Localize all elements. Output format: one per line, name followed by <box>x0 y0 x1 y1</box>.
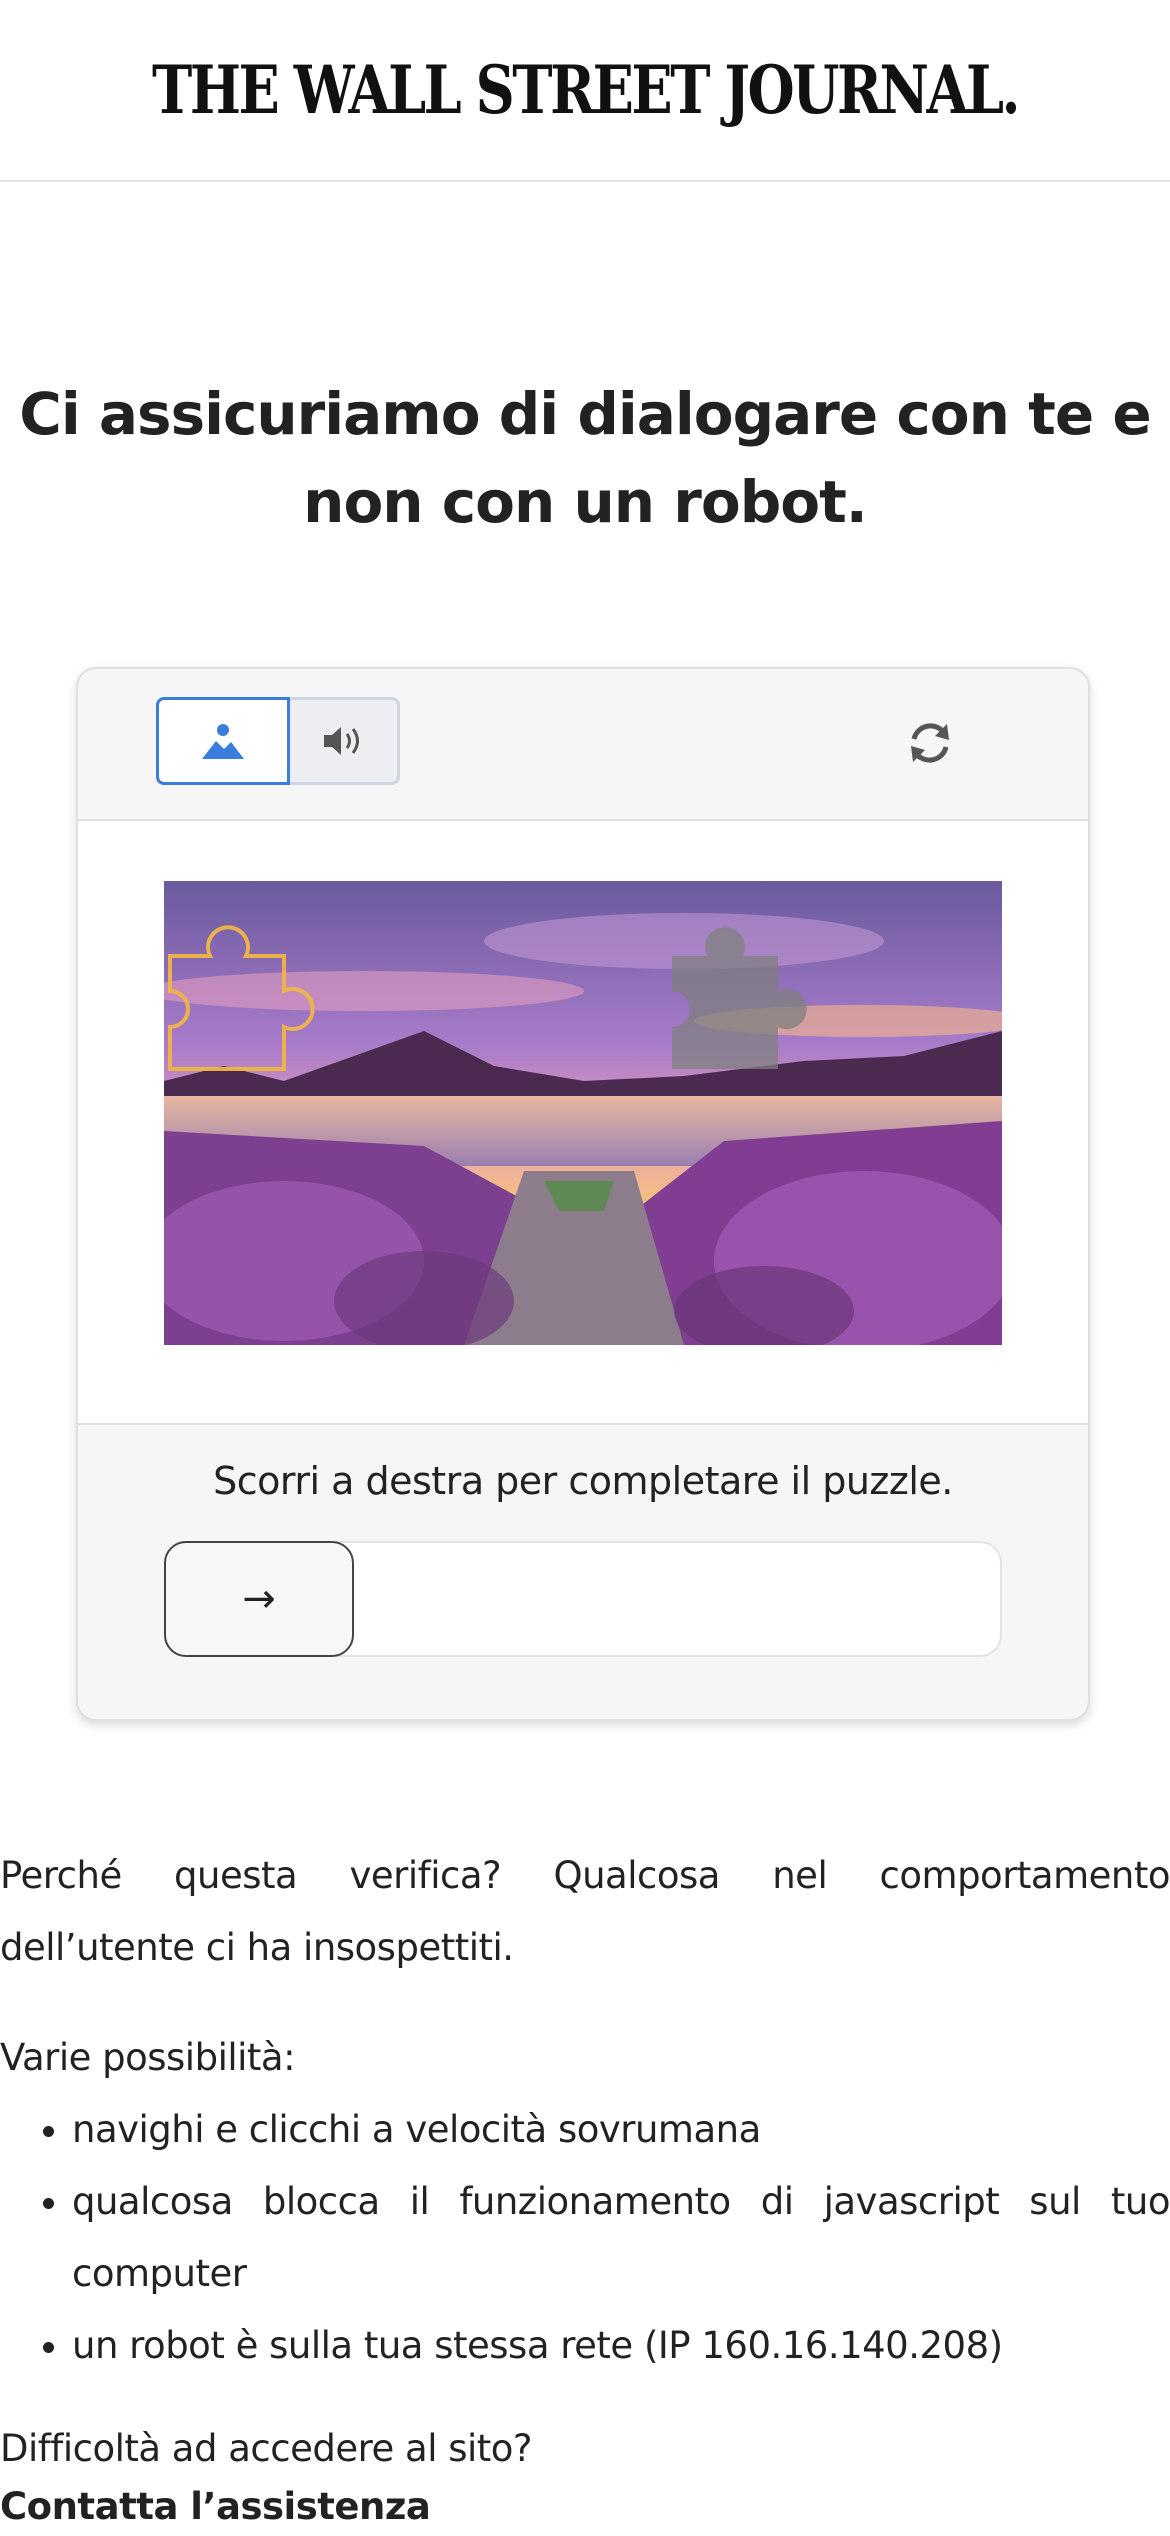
help-question: Difficoltà ad accedere al sito? <box>0 2427 533 2470</box>
reason-item: un robot è sulla tua stessa rete (IP 160… <box>72 2310 1170 2382</box>
image-icon <box>202 724 244 759</box>
audio-challenge-tab[interactable] <box>290 697 400 785</box>
captcha-widget: Scorri a destra per completare il puzzle… <box>76 667 1090 1721</box>
page-title-line-1: Ci assicuriamo di dialogare con te e <box>19 380 1151 448</box>
site-header: THE WALL STREET JOURNAL. <box>0 0 1170 182</box>
slider-instruction: Scorri a destra per completare il puzzle… <box>213 1459 953 1503</box>
page-title: Ci assicuriamo di dialogare con te e non… <box>0 370 1170 546</box>
why-text-line-1: Perché questa verifica? Qualcosa nel com… <box>0 1854 1170 1897</box>
why-text-line-2: dell’utente ci ha insospettiti. <box>0 1926 514 1969</box>
refresh-icon <box>911 723 949 763</box>
puzzle-area <box>78 821 1088 1425</box>
reason-item: qualcosa blocca il funzionamento di java… <box>72 2166 1170 2310</box>
reasons-list: navighi e clicchi a velocità sovrumana q… <box>0 2094 1170 2382</box>
image-challenge-tab[interactable] <box>156 697 290 785</box>
explanation-section: Perché questa verifica? Qualcosa nel com… <box>0 1840 1170 2536</box>
page-title-line-2: non con un robot. <box>303 468 868 536</box>
captcha-toolbar <box>78 669 1088 821</box>
contact-support-link[interactable]: Contatta l’assistenza <box>0 2478 1170 2536</box>
puzzle-image <box>164 881 1002 1345</box>
arrow-right-icon: → <box>242 1576 276 1622</box>
refresh-button[interactable] <box>898 711 962 775</box>
slider-handle[interactable]: → <box>164 1541 354 1657</box>
wsj-logo: THE WALL STREET JOURNAL. <box>152 51 1020 129</box>
speaker-icon <box>323 727 359 755</box>
reason-item: navighi e clicchi a velocità sovrumana <box>72 2094 1170 2166</box>
reasons-title: Varie possibilità: <box>0 2036 296 2079</box>
